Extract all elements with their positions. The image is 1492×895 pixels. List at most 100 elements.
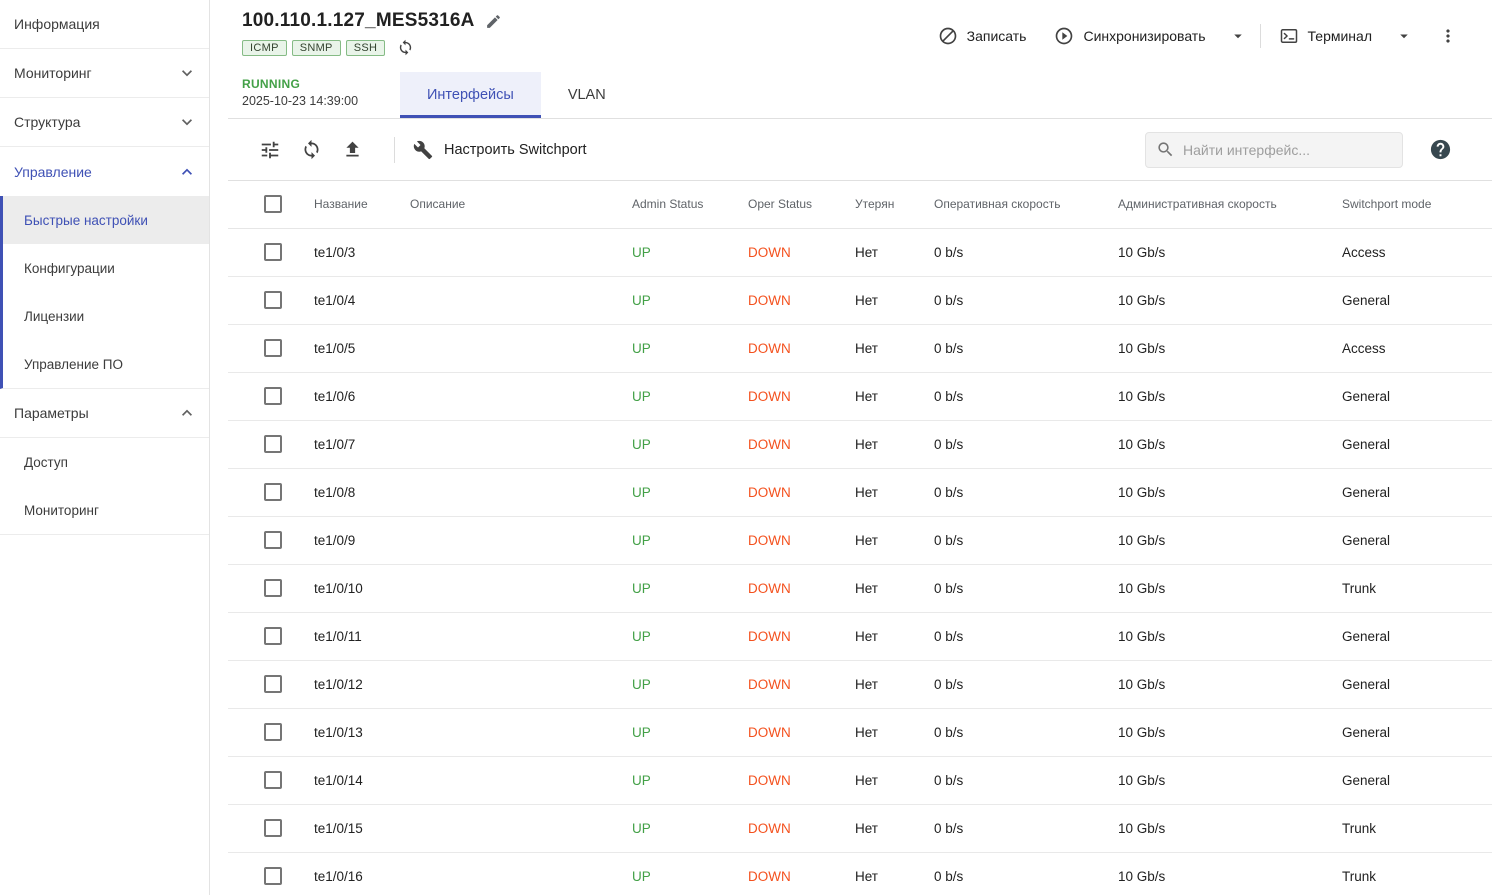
- sidebar-subitem-monitoring[interactable]: Мониторинг: [0, 486, 209, 534]
- cell-oper-status: DOWN: [748, 612, 855, 660]
- cell-lost: Нет: [855, 756, 934, 804]
- kebab-icon: [1438, 26, 1458, 46]
- terminal-dropdown-button[interactable]: [1390, 21, 1418, 51]
- sidebar-item-label: Управление: [14, 164, 92, 180]
- cell-switchport-mode: General: [1342, 468, 1492, 516]
- cell-interface-name: te1/0/9: [314, 516, 410, 564]
- sidebar-subitem-label: Конфигурации: [24, 261, 115, 276]
- sync-button[interactable]: Синхронизировать: [1044, 20, 1215, 52]
- row-checkbox[interactable]: [264, 579, 282, 597]
- protocol-badge-icmp: ICMP: [242, 40, 287, 56]
- cell-oper-status: DOWN: [748, 228, 855, 276]
- column-header-oper-speed: Оперативная скорость: [934, 181, 1118, 228]
- terminal-button-label: Терминал: [1308, 28, 1372, 44]
- sidebar-subitem-licenses[interactable]: Лицензии: [3, 292, 209, 340]
- tune-icon: [259, 139, 281, 161]
- cell-oper-status: DOWN: [748, 468, 855, 516]
- sidebar-item-structure[interactable]: Структура: [0, 98, 209, 147]
- select-all-checkbox[interactable]: [264, 195, 282, 213]
- cell-interface-name: te1/0/6: [314, 372, 410, 420]
- sidebar-subitem-software-management[interactable]: Управление ПО: [3, 340, 209, 388]
- device-state-timestamp: 2025-10-23 14:39:00: [242, 94, 400, 108]
- caret-down-icon: [1229, 27, 1247, 45]
- sidebar-item-parameters[interactable]: Параметры: [0, 389, 209, 438]
- cell-oper-speed: 0 b/s: [934, 564, 1118, 612]
- search-icon: [1156, 140, 1175, 159]
- cell-description: [410, 564, 632, 612]
- cell-admin-speed: 10 Gb/s: [1118, 228, 1342, 276]
- cell-admin-status: UP: [632, 372, 748, 420]
- help-button[interactable]: [1429, 138, 1452, 161]
- sidebar-subitem-access[interactable]: Доступ: [0, 438, 209, 486]
- device-title: 100.110.1.127_MES5316A: [242, 10, 475, 32]
- terminal-button[interactable]: Терминал: [1269, 20, 1382, 52]
- upload-button[interactable]: [337, 134, 368, 165]
- cell-switchport-mode: Access: [1342, 228, 1492, 276]
- cell-description: [410, 372, 632, 420]
- interface-search-box: [1145, 132, 1403, 168]
- interface-table-body: te1/0/3 UP DOWN Нет 0 b/s 10 Gb/s Access…: [228, 228, 1492, 895]
- device-header: 100.110.1.127_MES5316A ICMP SNMP SSH: [228, 0, 1492, 72]
- sidebar-item-label: Информация: [14, 16, 100, 32]
- cell-switchport-mode: General: [1342, 612, 1492, 660]
- refresh-table-button[interactable]: [296, 134, 327, 165]
- cell-lost: Нет: [855, 228, 934, 276]
- app-root: Информация Мониторинг Структура Управлен…: [0, 0, 1492, 895]
- row-checkbox[interactable]: [264, 339, 282, 357]
- filter-columns-button[interactable]: [254, 134, 286, 166]
- cell-interface-name: te1/0/13: [314, 708, 410, 756]
- row-checkbox[interactable]: [264, 243, 282, 261]
- sidebar-item-information[interactable]: Информация: [0, 0, 209, 49]
- column-header-switchport-mode: Switchport mode: [1342, 181, 1492, 228]
- cell-admin-status: UP: [632, 420, 748, 468]
- cell-lost: Нет: [855, 516, 934, 564]
- row-checkbox[interactable]: [264, 819, 282, 837]
- sidebar-subitem-quick-settings[interactable]: Быстрые настройки: [3, 196, 209, 244]
- refresh-availability-button[interactable]: [397, 39, 414, 56]
- write-button[interactable]: Записать: [928, 20, 1037, 52]
- table-row: te1/0/6 UP DOWN Нет 0 b/s 10 Gb/s Genera…: [228, 372, 1492, 420]
- cell-admin-status: UP: [632, 804, 748, 852]
- row-checkbox[interactable]: [264, 867, 282, 885]
- column-header-description: Описание: [410, 181, 632, 228]
- sync-dropdown-button[interactable]: [1224, 21, 1252, 51]
- interface-table: Название Описание Admin Status Oper Stat…: [228, 181, 1492, 895]
- row-checkbox[interactable]: [264, 627, 282, 645]
- row-checkbox[interactable]: [264, 435, 282, 453]
- row-checkbox[interactable]: [264, 723, 282, 741]
- terminal-icon: [1279, 26, 1299, 46]
- sidebar-item-monitoring[interactable]: Мониторинг: [0, 49, 209, 98]
- cell-admin-speed: 10 Gb/s: [1118, 564, 1342, 612]
- row-checkbox[interactable]: [264, 387, 282, 405]
- tab-interfaces[interactable]: Интерфейсы: [400, 72, 541, 118]
- more-menu-button[interactable]: [1434, 20, 1462, 52]
- cell-oper-speed: 0 b/s: [934, 756, 1118, 804]
- row-checkbox[interactable]: [264, 771, 282, 789]
- write-button-label: Записать: [967, 28, 1027, 44]
- cell-oper-speed: 0 b/s: [934, 612, 1118, 660]
- sidebar-item-management[interactable]: Управление: [0, 147, 209, 196]
- column-header-admin-speed: Административная скорость: [1118, 181, 1342, 228]
- row-checkbox[interactable]: [264, 291, 282, 309]
- cell-lost: Нет: [855, 852, 934, 895]
- cell-interface-name: te1/0/4: [314, 276, 410, 324]
- row-checkbox[interactable]: [264, 531, 282, 549]
- cell-interface-name: te1/0/15: [314, 804, 410, 852]
- row-checkbox[interactable]: [264, 483, 282, 501]
- configure-switchport-button[interactable]: Настроить Switchport: [413, 140, 587, 160]
- column-header-oper-status: Oper Status: [748, 181, 855, 228]
- cell-oper-speed: 0 b/s: [934, 372, 1118, 420]
- row-checkbox[interactable]: [264, 675, 282, 693]
- sidebar-subitem-configurations[interactable]: Конфигурации: [3, 244, 209, 292]
- cell-oper-speed: 0 b/s: [934, 516, 1118, 564]
- tab-vlan[interactable]: VLAN: [541, 72, 633, 118]
- edit-title-button[interactable]: [485, 13, 502, 30]
- cell-oper-status: DOWN: [748, 372, 855, 420]
- cell-oper-status: DOWN: [748, 324, 855, 372]
- search-input[interactable]: [1183, 142, 1392, 158]
- cell-oper-speed: 0 b/s: [934, 468, 1118, 516]
- cell-description: [410, 804, 632, 852]
- cell-interface-name: te1/0/14: [314, 756, 410, 804]
- cell-admin-speed: 10 Gb/s: [1118, 516, 1342, 564]
- cell-admin-status: UP: [632, 852, 748, 895]
